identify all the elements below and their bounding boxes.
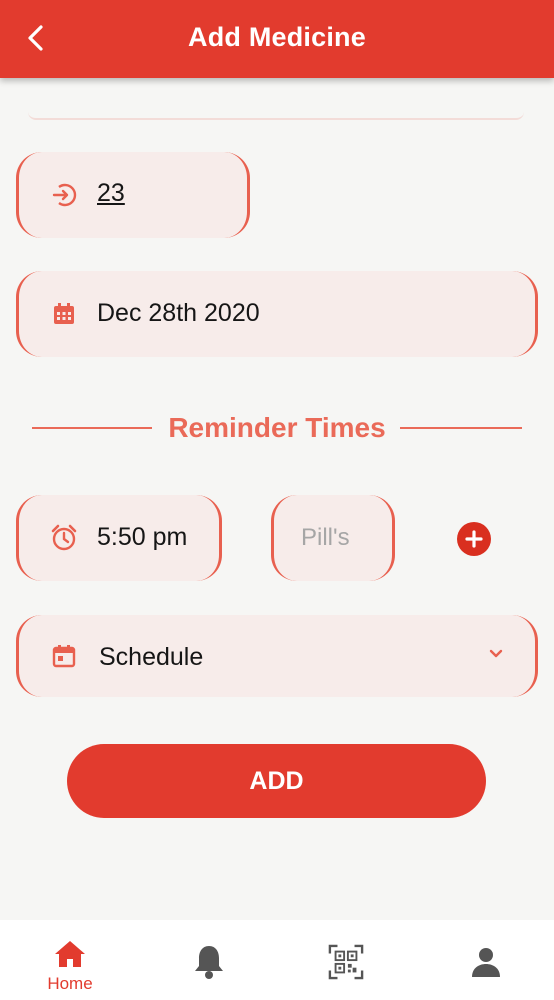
scrolled-field-edge [28, 112, 524, 120]
plus-circle-icon [465, 530, 483, 548]
date-value: Dec 28th 2020 [97, 299, 260, 327]
add-button[interactable]: ADD [67, 744, 486, 818]
home-icon [52, 936, 88, 972]
date-field[interactable]: Dec 28th 2020 [16, 271, 538, 357]
add-reminder-button[interactable] [457, 522, 491, 556]
nav-item-notifications[interactable] [164, 920, 254, 1000]
schedule-dropdown[interactable]: Schedule [16, 615, 538, 697]
nav-item-scan[interactable] [301, 920, 391, 1000]
login-circle-icon [49, 180, 79, 210]
pills-input[interactable]: Pill's [271, 495, 395, 581]
chevron-down-icon [487, 645, 505, 663]
schedule-value: Schedule [99, 643, 204, 671]
nav-label-home: Home [47, 974, 93, 993]
nav-item-profile[interactable] [441, 920, 531, 1000]
app-bar: Add Medicine [0, 0, 554, 78]
calendar-event-icon [49, 641, 79, 671]
nav-item-home[interactable]: Home [25, 920, 115, 1000]
profile-icon [468, 944, 504, 980]
quantity-value[interactable]: 23 [97, 179, 125, 208]
quantity-field[interactable]: 23 [16, 152, 250, 238]
bell-icon [191, 944, 227, 980]
bottom-navigation: Home [0, 920, 554, 1000]
divider-right [400, 427, 522, 429]
reminder-time-value: 5:50 pm [97, 523, 188, 551]
reminder-times-heading: Reminder Times [0, 410, 554, 446]
calendar-icon [49, 299, 79, 329]
pills-placeholder: Pill's [301, 524, 350, 551]
reminder-time-field[interactable]: 5:50 pm [16, 495, 222, 581]
alarm-clock-icon [49, 523, 79, 553]
page-title: Add Medicine [188, 22, 366, 52]
qr-scan-icon [328, 944, 364, 980]
